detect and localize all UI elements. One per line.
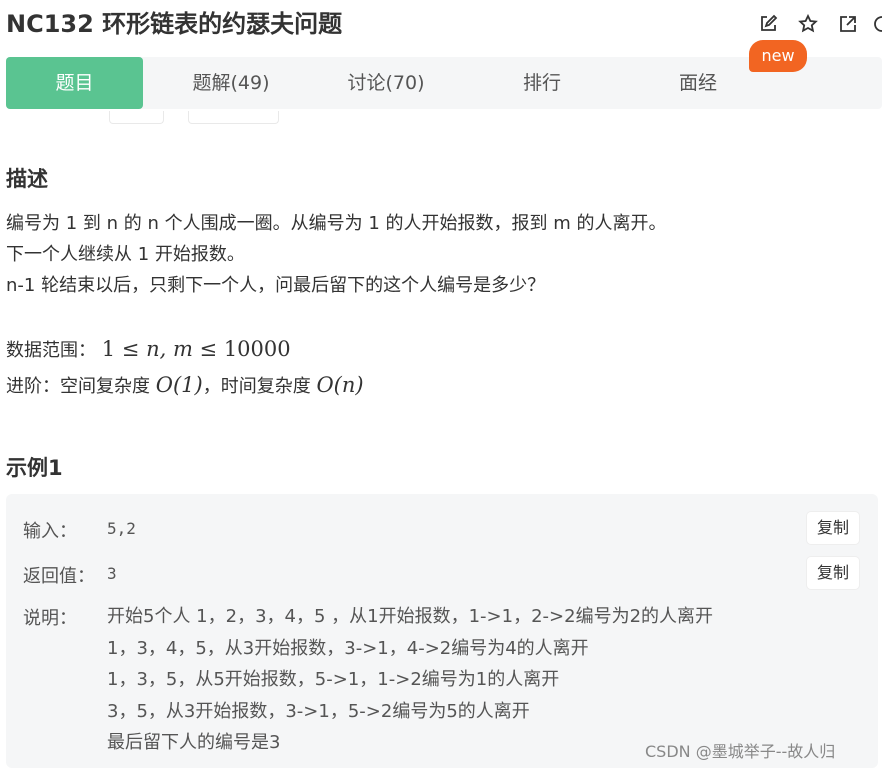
watermark: CSDN @墨城举子--故人归	[645, 742, 836, 761]
description-line: 下一个人继续从 1 开始报数。	[6, 244, 245, 265]
tab-problem[interactable]: 题目	[6, 57, 143, 109]
advanced-requirement: 进阶：空间复杂度 O(1)，时间复杂度 O(n)	[6, 368, 866, 404]
example-box: 输入： 5,2 复制 返回值： 3 复制 说明： 开始5个人 1，2，3，4，5…	[6, 494, 878, 768]
description-line: 编号为 1 到 n 的 n 个人围成一圈。从编号为 1 的人开始报数，报到 m …	[6, 213, 667, 234]
copy-output-button[interactable]: 复制	[807, 557, 859, 589]
space-complexity: O(1)	[155, 373, 203, 397]
input-label: 输入：	[23, 521, 77, 542]
share-icon[interactable]	[832, 10, 864, 38]
star-icon[interactable]	[792, 10, 824, 38]
description-heading: 描述	[6, 167, 48, 191]
range-low: 1	[101, 337, 116, 361]
explain-line: 1，3，5，从5开始报数，5->1，1->2编号为1的人离开	[107, 669, 560, 690]
time-label: ，时间复杂度	[202, 376, 311, 397]
output-value: 3	[107, 564, 117, 583]
example-heading: 示例1	[6, 456, 63, 480]
tab-solutions[interactable]: 题解(49)	[161, 57, 301, 109]
more-icon[interactable]	[872, 10, 882, 38]
tab-ranking[interactable]: 排行	[472, 57, 612, 109]
input-value: 5,2	[107, 519, 136, 538]
explanation: 开始5个人 1，2，3，4，5 ，从1开始报数，1->1，2->2编号为2的人离…	[107, 601, 713, 759]
description-line: n-1 轮结束以后，只剩下一个人，问最后留下的这个人编号是多少？	[6, 275, 546, 296]
range-formula: 1 ≤ n, m ≤ 10000	[101, 337, 291, 361]
tab-interview[interactable]: 面经	[628, 57, 768, 109]
output-label: 返回值：	[23, 566, 95, 587]
range-high: 10000	[223, 337, 291, 361]
cut-off-tag	[109, 111, 164, 124]
edit-icon[interactable]	[752, 10, 784, 38]
data-range: 数据范围： 1 ≤ n, m ≤ 10000	[6, 332, 866, 368]
tab-discussion[interactable]: 讨论(70)	[316, 57, 456, 109]
explain-line: 3，5，从3开始报数，3->1，5->2编号为5的人离开	[107, 700, 530, 722]
copy-input-button[interactable]: 复制	[807, 512, 859, 544]
time-complexity: O(n)	[316, 373, 364, 397]
explain-label: 说明：	[23, 608, 77, 629]
title-toolbar	[752, 10, 882, 38]
range-label: 数据范围：	[6, 340, 96, 361]
cut-off-tag	[188, 111, 279, 124]
new-badge: new	[749, 40, 807, 72]
description-body: 编号为 1 到 n 的 n 个人围成一圈。从编号为 1 的人开始报数，报到 m …	[6, 208, 866, 404]
explain-line: 最后留下人的编号是3	[107, 732, 281, 753]
explain-line: 1，3，4，5，从3开始报数，3->1，4->2编号为4的人离开	[107, 637, 589, 659]
explain-line: 开始5个人 1，2，3，4，5 ，从1开始报数，1->1，2->2编号为2的人离…	[107, 606, 714, 627]
range-vars: n, m	[146, 337, 193, 361]
advanced-label: 进阶：空间复杂度	[6, 376, 150, 397]
page-title: NC132 环形链表的约瑟夫问题	[6, 10, 343, 38]
